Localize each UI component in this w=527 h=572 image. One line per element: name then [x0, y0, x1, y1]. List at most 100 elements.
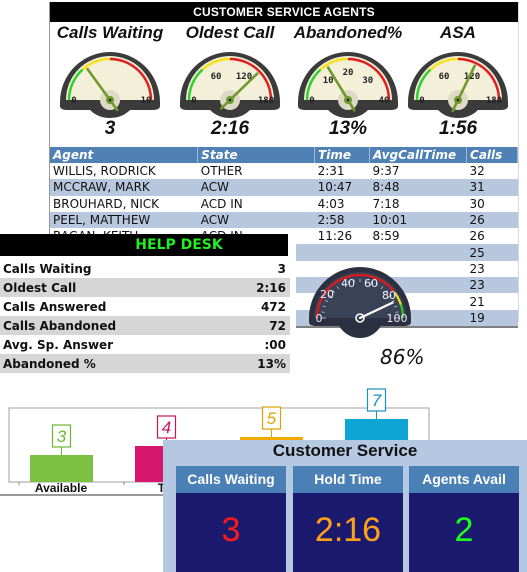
helpdesk-row: Calls Waiting 3 — [0, 259, 290, 278]
gauge-calls-waiting: Calls Waiting 0 10 3 — [52, 22, 168, 144]
gauge-dial: 060 120180 — [180, 52, 280, 118]
gauge-dial: 0 10 — [60, 52, 160, 118]
cell-avgcalltime: 7:18 — [372, 196, 400, 211]
customer-service-panel: Customer Service Calls Waiting 3 Hold Ti… — [163, 440, 527, 572]
service-level-value: 86% — [380, 345, 425, 369]
data-label: 4 — [162, 418, 171, 437]
tile-calls-waiting: Calls Waiting 3 — [176, 466, 286, 572]
cell-agent: MCCRAW, MARK — [50, 179, 198, 196]
row-label: Oldest Call — [3, 280, 77, 295]
cell-avgcalltime — [369, 244, 467, 261]
column-header-time[interactable]: Time — [314, 147, 371, 163]
row-value: 3 — [277, 261, 286, 276]
data-label: 5 — [267, 409, 277, 428]
cell-avgcalltime: 9:37 — [372, 164, 400, 179]
gauge-hub-center — [228, 98, 232, 102]
gauge-hub-center — [456, 98, 460, 102]
cell-calls: 26 — [469, 229, 485, 244]
data-label: 7 — [372, 391, 382, 410]
cell-state: ACD IN — [200, 196, 243, 211]
column-header-agent[interactable]: Agent — [50, 147, 199, 163]
tile-value: 2 — [409, 493, 519, 572]
gauge-tick-label: 0 — [419, 96, 424, 106]
column-header-state[interactable]: State — [197, 147, 316, 163]
gauge-tick-label: 30 — [362, 76, 373, 86]
gauge-value: 13% — [328, 118, 368, 139]
table-row[interactable]: PEEL, MATTHEW ACW 2:58 10:01 26 — [50, 211, 518, 229]
table-row[interactable]: WILLIS, RODRICK OTHER 2:31 9:37 32 — [50, 163, 518, 179]
helpdesk-row: Abandoned % 13% — [0, 354, 290, 373]
gauge-tick-label: 60 — [211, 72, 222, 82]
cell-time — [314, 244, 370, 261]
cell-avgcalltime: 8:59 — [372, 229, 400, 244]
cell-time: 10:47 — [314, 179, 370, 196]
cell-agent: BROUHARD, NICK — [53, 196, 160, 211]
cell-time: 11:26 — [317, 229, 353, 244]
tile-agents-avail: Agents Avail 2 — [409, 466, 519, 572]
cell-avgcalltime: 8:48 — [369, 179, 467, 196]
gauge-value: 2:16 — [210, 118, 250, 139]
gauge-tick-label: 60 — [364, 277, 378, 290]
tile-label: Hold Time — [293, 466, 403, 493]
gauge-hub-center — [346, 98, 350, 102]
gauge-value: 3 — [104, 118, 116, 139]
tile-hold-time: Hold Time 2:16 — [293, 466, 403, 572]
gauge-tick-label: 10 — [323, 76, 334, 86]
tile-label: Calls Waiting — [176, 466, 286, 493]
customer-service-title: Customer Service — [272, 441, 418, 460]
helpdesk-row: Oldest Call 2:16 — [0, 278, 290, 297]
bar — [30, 455, 93, 482]
gauge-tick-label: 180 — [258, 96, 274, 106]
gauge-oldest-call: Oldest Call 0 60 120 180 2:16 — [172, 22, 288, 144]
row-value: 2:16 — [256, 280, 286, 295]
row-value: 72 — [269, 318, 286, 333]
gauge-tick-label: 100 — [387, 312, 408, 325]
cell-state: ACW — [197, 179, 315, 196]
gauge-tick-label: 0 — [309, 96, 314, 106]
cell-calls: 19 — [466, 309, 518, 328]
cell-agent: PEEL, MATTHEW — [50, 211, 198, 229]
row-label: Calls Abandoned — [3, 318, 117, 333]
helpdesk-row: Avg. Sp. Answer:00 — [0, 335, 290, 354]
row-label: Calls Answered — [3, 299, 107, 314]
cell-calls: 21 — [469, 294, 485, 309]
column-header-avgcalltime[interactable]: AvgCallTime — [369, 147, 468, 163]
gauge-dial: 060 120180 — [408, 52, 508, 118]
cell-state: ACW — [197, 211, 315, 229]
row-label: Abandoned % — [3, 356, 96, 371]
cell-time: 4:03 — [317, 196, 345, 211]
gauge-title: Oldest Call — [185, 23, 275, 42]
table-row[interactable]: MCCRAW, MARK ACW 10:47 8:48 31 — [50, 179, 518, 196]
cell-calls: 32 — [469, 164, 485, 179]
gauge-tick-label: 40 — [341, 277, 355, 290]
column-header-calls[interactable]: Calls — [466, 147, 518, 163]
tile-label: Agents Avail — [409, 466, 519, 493]
gauge-tick-label: 20 — [320, 288, 334, 301]
service-level-gauge: 0 20 40 60 80 100 — [309, 267, 411, 338]
cell-calls: 25 — [466, 244, 518, 261]
cell-calls: 26 — [466, 211, 518, 229]
gauge-tick-label: 180 — [486, 96, 502, 106]
gauge-tick-label: 20 — [343, 68, 354, 78]
gauge-asa: ASA 0 60 120 180 1:56 — [400, 22, 516, 144]
gauge-tick-label: 80 — [382, 289, 396, 302]
category-label: Available — [35, 481, 88, 494]
gauge-tick-label: 0 — [191, 96, 196, 106]
helpdesk-title: HELP DESK — [0, 234, 288, 256]
gauge-title: ASA — [440, 23, 476, 42]
gauge-tick-label: 40 — [379, 96, 390, 106]
table-row[interactable]: BROUHARD, NICK ACD IN 4:03 7:18 30 — [50, 196, 518, 212]
helpdesk-row: Calls Abandoned 72 — [0, 316, 290, 335]
row-label: Avg. Sp. Answer — [3, 337, 114, 352]
cell-avgcalltime: 10:01 — [369, 211, 467, 229]
tile-value: 2:16 — [293, 493, 403, 572]
gauge-title: Calls Waiting — [56, 23, 164, 42]
gauge-title: Abandoned% — [293, 23, 403, 42]
cell-calls: 31 — [466, 179, 518, 196]
agents-panel-title: CUSTOMER SERVICE AGENTS — [50, 2, 518, 22]
table-header-row: Agent State Time AvgCallTime Calls — [50, 147, 518, 163]
gauge-hub-center — [108, 98, 112, 102]
gauge-dial: 0 10 20 30 40 — [298, 52, 398, 118]
row-label: Calls Waiting — [3, 261, 92, 276]
gauge-tick-label: 0 — [316, 312, 323, 325]
